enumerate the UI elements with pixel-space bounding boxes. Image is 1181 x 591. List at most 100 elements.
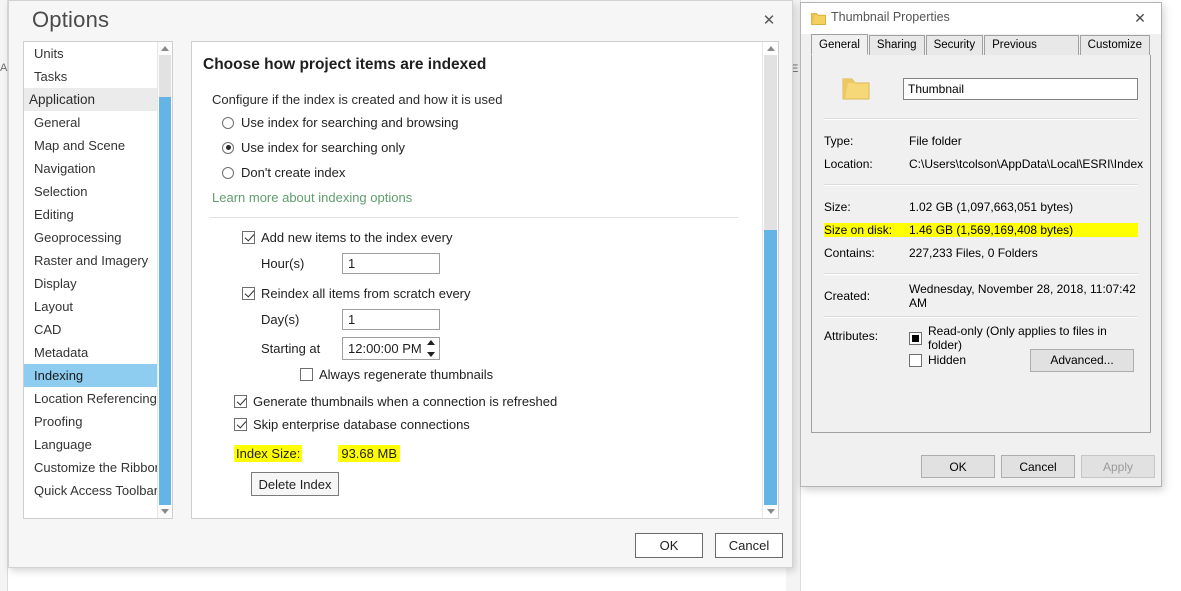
sidebar-item-metadata[interactable]: Metadata [24, 341, 158, 364]
close-icon[interactable]: ✕ [1119, 3, 1161, 33]
checkbox-icon [300, 368, 313, 381]
checkbox-icon[interactable] [909, 353, 922, 367]
page-title: Choose how project items are indexed [203, 56, 487, 73]
tab-sharing[interactable]: Sharing [868, 35, 925, 55]
index-size-value: 93.68 MB [338, 445, 400, 462]
radio-use-index-searching-browsing[interactable]: Use index for searching and browsing [222, 112, 762, 133]
property-key: Size: [824, 199, 851, 214]
index-size-row: Index Size: 93.68 MB [234, 445, 400, 462]
spinner-down-icon[interactable] [426, 352, 435, 357]
radio-use-index-searching-only[interactable]: Use index for searching only [222, 137, 762, 158]
options-titlebar: Options ✕ [9, 1, 792, 41]
property-value: 1.46 GB (1,569,169,408 bytes) [909, 222, 1138, 237]
configure-label: Configure if the index is created and ho… [212, 92, 503, 107]
divider [824, 118, 1138, 120]
tab-security[interactable]: Security [925, 35, 984, 55]
sidebar-item-units[interactable]: Units [24, 42, 158, 65]
property-row-contains: Contains: 227,233 Files, 0 Folders [824, 241, 1138, 264]
sidebar-item-customize-the-ribbon[interactable]: Customize the Ribbon [24, 456, 162, 479]
properties-apply-button: Apply [1081, 455, 1155, 478]
scroll-up-arrow-icon[interactable] [763, 42, 778, 55]
content-scroll-thumb[interactable] [764, 230, 777, 505]
checkbox-reindex-all-items[interactable]: Reindex all items from scratch every [242, 286, 762, 301]
checkbox-icon-indeterminate [909, 331, 922, 345]
radio-dont-create-index[interactable]: Don't create index [222, 162, 762, 183]
sidebar-item-quick-access-toolbar[interactable]: Quick Access Toolbar [24, 479, 158, 502]
days-input[interactable] [342, 309, 440, 330]
sidebar-item-layout[interactable]: Layout [24, 295, 158, 318]
sidebar-item-proofing[interactable]: Proofing [24, 410, 158, 433]
options-cancel-button[interactable]: Cancel [715, 533, 783, 558]
sidebar-item-raster-and-imagery[interactable]: Raster and Imagery [24, 249, 158, 272]
options-ok-button[interactable]: OK [635, 533, 703, 558]
nav-scroll-thumb[interactable] [159, 97, 171, 505]
content-scroll-track[interactable] [764, 55, 777, 230]
sidebar-item-cad[interactable]: CAD [24, 318, 158, 341]
property-key: Size on disk: [824, 222, 909, 237]
folder-icon-large [842, 75, 870, 104]
checkbox-label: Skip enterprise database connections [253, 417, 470, 432]
options-content-panel: Choose how project items are indexed Con… [191, 41, 779, 519]
sidebar-item-display[interactable]: Display [24, 272, 158, 295]
schedule-block: Add new items to the index every Hour(s)… [203, 230, 762, 382]
sidebar-item-map-and-scene[interactable]: Map and Scene [24, 134, 158, 157]
sidebar-item-language[interactable]: Language [24, 433, 158, 456]
radio-label: Use index for searching and browsing [241, 115, 459, 130]
hours-input[interactable] [342, 253, 440, 274]
spinner-up-icon[interactable] [426, 340, 435, 345]
checkbox-label: Reindex all items from scratch every [261, 286, 471, 301]
tab-customize[interactable]: Customize [1079, 35, 1150, 55]
nav-scroll-track[interactable] [159, 55, 171, 97]
attributes-label: Attributes: [824, 329, 879, 343]
property-value: C:\Users\tcolson\AppData\Local\ESRI\Inde… [909, 156, 1144, 171]
advanced-button[interactable]: Advanced... [1030, 348, 1134, 372]
radio-icon-selected [222, 141, 234, 154]
checkbox-icon-checked [242, 231, 255, 244]
properties-ok-button[interactable]: OK [921, 455, 995, 478]
hours-label: Hour(s) [261, 256, 305, 271]
days-field-row: Day(s) [242, 305, 762, 334]
nav-scrollbar[interactable] [157, 42, 172, 518]
checkbox-always-regenerate-thumbnails[interactable]: Always regenerate thumbnails [300, 367, 762, 382]
starting-at-label: Starting at [261, 341, 321, 356]
scroll-down-arrow-icon[interactable] [763, 505, 778, 518]
checkbox-generate-thumbnails[interactable]: Generate thumbnails when a connection is… [234, 394, 762, 409]
property-key: Type: [824, 133, 854, 148]
folder-name-input[interactable] [903, 78, 1138, 100]
property-value: 1.02 GB (1,097,663,051 bytes) [909, 199, 1074, 214]
checkbox-read-only[interactable]: Read-only (Only applies to files in fold… [909, 324, 1138, 352]
properties-general-panel: Type: File folder Location: C:\Users\tco… [811, 55, 1151, 433]
starting-at-stepper[interactable] [342, 337, 440, 360]
close-icon[interactable]: ✕ [756, 10, 782, 32]
days-label: Day(s) [261, 312, 300, 327]
sidebar-item-location-referencing[interactable]: Location Referencing [24, 387, 158, 410]
divider [824, 273, 1138, 275]
tab-previous-versions[interactable]: Previous Versions [984, 35, 1079, 70]
checkbox-skip-enterprise-connections[interactable]: Skip enterprise database connections [234, 417, 762, 432]
options-content-inner: Choose how project items are indexed Con… [192, 42, 762, 518]
properties-cancel-button[interactable]: Cancel [1001, 455, 1075, 478]
checkbox-label: Always regenerate thumbnails [319, 367, 494, 382]
attributes-row: Attributes: Read-only (Only applies to f… [824, 324, 1138, 372]
checkbox-label: Hidden [928, 353, 967, 367]
scroll-up-arrow-icon[interactable] [158, 42, 172, 55]
property-row-type: Type: File folder [824, 129, 1138, 152]
options-nav-list[interactable]: Units Tasks Application General Map and … [23, 41, 173, 519]
sidebar-item-selection[interactable]: Selection [24, 180, 158, 203]
index-size-label: Index Size: [234, 445, 303, 462]
tab-general[interactable]: General [811, 34, 868, 55]
learn-more-link[interactable]: Learn more about indexing options [212, 190, 762, 205]
sidebar-item-editing[interactable]: Editing [24, 203, 158, 226]
folder-name-row [824, 69, 1138, 109]
content-scrollbar[interactable] [762, 42, 778, 518]
sidebar-item-geoprocessing[interactable]: Geoprocessing [24, 226, 158, 249]
checkbox-add-new-items[interactable]: Add new items to the index every [242, 230, 762, 245]
property-row-created: Created: Wednesday, November 28, 2018, 1… [824, 282, 1138, 310]
spinner-buttons[interactable] [426, 340, 435, 357]
sidebar-item-general[interactable]: General [24, 111, 158, 134]
scroll-down-arrow-icon[interactable] [158, 505, 172, 518]
sidebar-item-indexing[interactable]: Indexing [24, 364, 158, 387]
sidebar-item-tasks[interactable]: Tasks [24, 65, 158, 88]
sidebar-item-navigation[interactable]: Navigation [24, 157, 158, 180]
delete-index-button[interactable]: Delete Index [251, 472, 339, 496]
